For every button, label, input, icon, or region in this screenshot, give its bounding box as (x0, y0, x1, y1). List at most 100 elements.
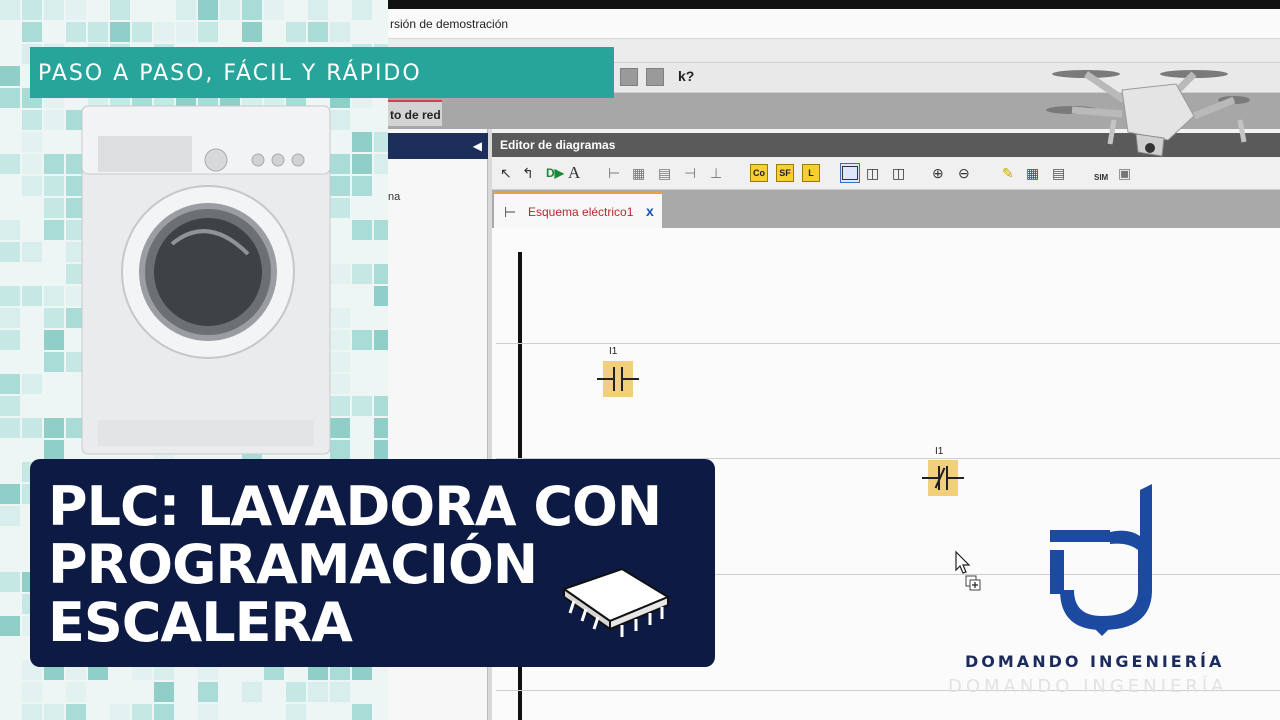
mosaic-tile (286, 22, 306, 42)
align-top-icon[interactable]: ▤ (658, 164, 671, 182)
mosaic-tile (0, 572, 20, 592)
coil-tool-icon[interactable]: D▶ (546, 164, 564, 182)
zoom-in-icon[interactable]: ⊕ (932, 164, 944, 182)
mosaic-tile (44, 286, 64, 306)
mosaic-tile (352, 704, 372, 720)
mosaic-tile (286, 704, 306, 720)
mosaic-tile (264, 0, 284, 20)
sf-button[interactable]: SF (776, 164, 794, 182)
mosaic-tile (22, 242, 42, 262)
mosaic-tile (0, 88, 20, 108)
mosaic-tile (44, 704, 64, 720)
mosaic-tile (330, 154, 350, 174)
ladder-diagram-icon: ⊢ (504, 204, 517, 220)
distribute-icon[interactable]: ⊥ (710, 164, 722, 182)
mosaic-tile (0, 330, 20, 350)
mosaic-tile (110, 22, 130, 42)
mosaic-tile (22, 0, 42, 20)
mosaic-tile (0, 396, 20, 416)
cursor-arrow-icon[interactable]: ↖ (500, 164, 512, 182)
view-columns-icon[interactable]: ◫ (892, 164, 905, 182)
mosaic-tile (66, 704, 86, 720)
toolbar-button[interactable] (646, 68, 664, 86)
mosaic-tile (154, 22, 174, 42)
mosaic-tile (0, 66, 20, 86)
mosaic-tile (154, 704, 174, 720)
align-center-icon[interactable]: ⊣ (684, 164, 696, 182)
mosaic-tile (22, 22, 42, 42)
mosaic-tile (44, 330, 64, 350)
mosaic-tile (0, 286, 20, 306)
mosaic-tile (22, 110, 42, 130)
mosaic-tile (198, 22, 218, 42)
mosaic-tile (176, 22, 196, 42)
view-single-button[interactable] (840, 163, 860, 183)
mosaic-tile (44, 220, 64, 240)
washing-machine-image (80, 104, 332, 456)
text-tool-icon[interactable]: A (568, 164, 580, 182)
window-top-edge (388, 0, 1280, 9)
zoom-out-icon[interactable]: ⊖ (958, 164, 970, 182)
subtitle-banner: PASO A PASO, FÁCIL Y RÁPIDO (30, 47, 614, 98)
mosaic-tile (0, 374, 20, 394)
mosaic-tile (44, 198, 64, 218)
mosaic-tile (330, 176, 350, 196)
close-tab-icon[interactable]: x (646, 203, 654, 219)
align-left-icon[interactable]: ▦ (632, 164, 645, 182)
mosaic-tile (110, 704, 130, 720)
mosaic-tile (132, 704, 152, 720)
contact-normally-open[interactable] (597, 361, 639, 397)
contact-label: I1 (609, 346, 618, 357)
mosaic-tile (352, 330, 372, 350)
view-split-icon[interactable]: ◫ (866, 164, 879, 182)
mosaic-tile (352, 264, 372, 284)
mosaic-tile (0, 484, 20, 504)
mosaic-tile (286, 682, 306, 702)
mosaic-tile (154, 682, 174, 702)
mosaic-tile (66, 22, 86, 42)
l-button[interactable]: L (802, 164, 820, 182)
brand-name: DOMANDO INGENIERÍA (965, 652, 1225, 671)
brand-name-reflection: DOMANDO INGENIERÍA (948, 676, 1228, 697)
mosaic-tile (330, 308, 350, 328)
collapse-left-icon[interactable]: ◀ (473, 139, 482, 153)
mosaic-tile (0, 616, 20, 636)
wire-tool-icon[interactable]: ↰ (522, 164, 534, 182)
drone-image (1044, 60, 1256, 186)
highlighter-icon[interactable]: ✎ (1002, 164, 1014, 182)
contact-label: I1 (935, 446, 944, 457)
mosaic-tile (242, 0, 262, 20)
tab-network-view[interactable]: to de red (388, 100, 442, 126)
mosaic-tile (198, 0, 218, 20)
mosaic-tile (44, 110, 64, 130)
toolbar-button[interactable] (620, 68, 638, 86)
title-card: PLC: LAVADORA CON PROGRAMACIÓN ESCALERA (30, 459, 715, 667)
mosaic-tile (132, 22, 152, 42)
mosaic-tile (0, 0, 20, 20)
mosaic-tile (44, 352, 64, 372)
mosaic-tile (352, 132, 372, 152)
mosaic-tile (330, 110, 350, 130)
document-tabs: ⊢ Esquema eléctrico1 x (492, 190, 1280, 228)
banner-text: PASO A PASO, FÁCIL Y RÁPIDO (38, 61, 422, 86)
mosaic-tile (22, 132, 42, 152)
counter-button[interactable]: Co (750, 164, 768, 182)
mosaic-tile (352, 396, 372, 416)
mosaic-tile (44, 418, 64, 438)
insert-contact-icon[interactable]: ⊢ (608, 164, 620, 182)
tab-label: Esquema eléctrico1 (528, 205, 634, 219)
tab-esquema-electrico[interactable]: ⊢ Esquema eléctrico1 x (494, 192, 662, 228)
mosaic-tile (66, 682, 86, 702)
grid-icon[interactable]: ▦ (1026, 164, 1039, 182)
mosaic-tile (22, 374, 42, 394)
mosaic-tile (330, 22, 350, 42)
mosaic-tile (308, 22, 328, 42)
mosaic-tile (330, 264, 350, 284)
mosaic-tile (176, 0, 196, 20)
project-tree-item[interactable]: na (388, 191, 400, 203)
mosaic-tile (44, 176, 64, 196)
contact-normally-closed[interactable] (922, 460, 964, 496)
rung-line (496, 343, 1280, 344)
mosaic-tile (352, 0, 372, 20)
context-help-button[interactable]: k? (678, 68, 694, 84)
